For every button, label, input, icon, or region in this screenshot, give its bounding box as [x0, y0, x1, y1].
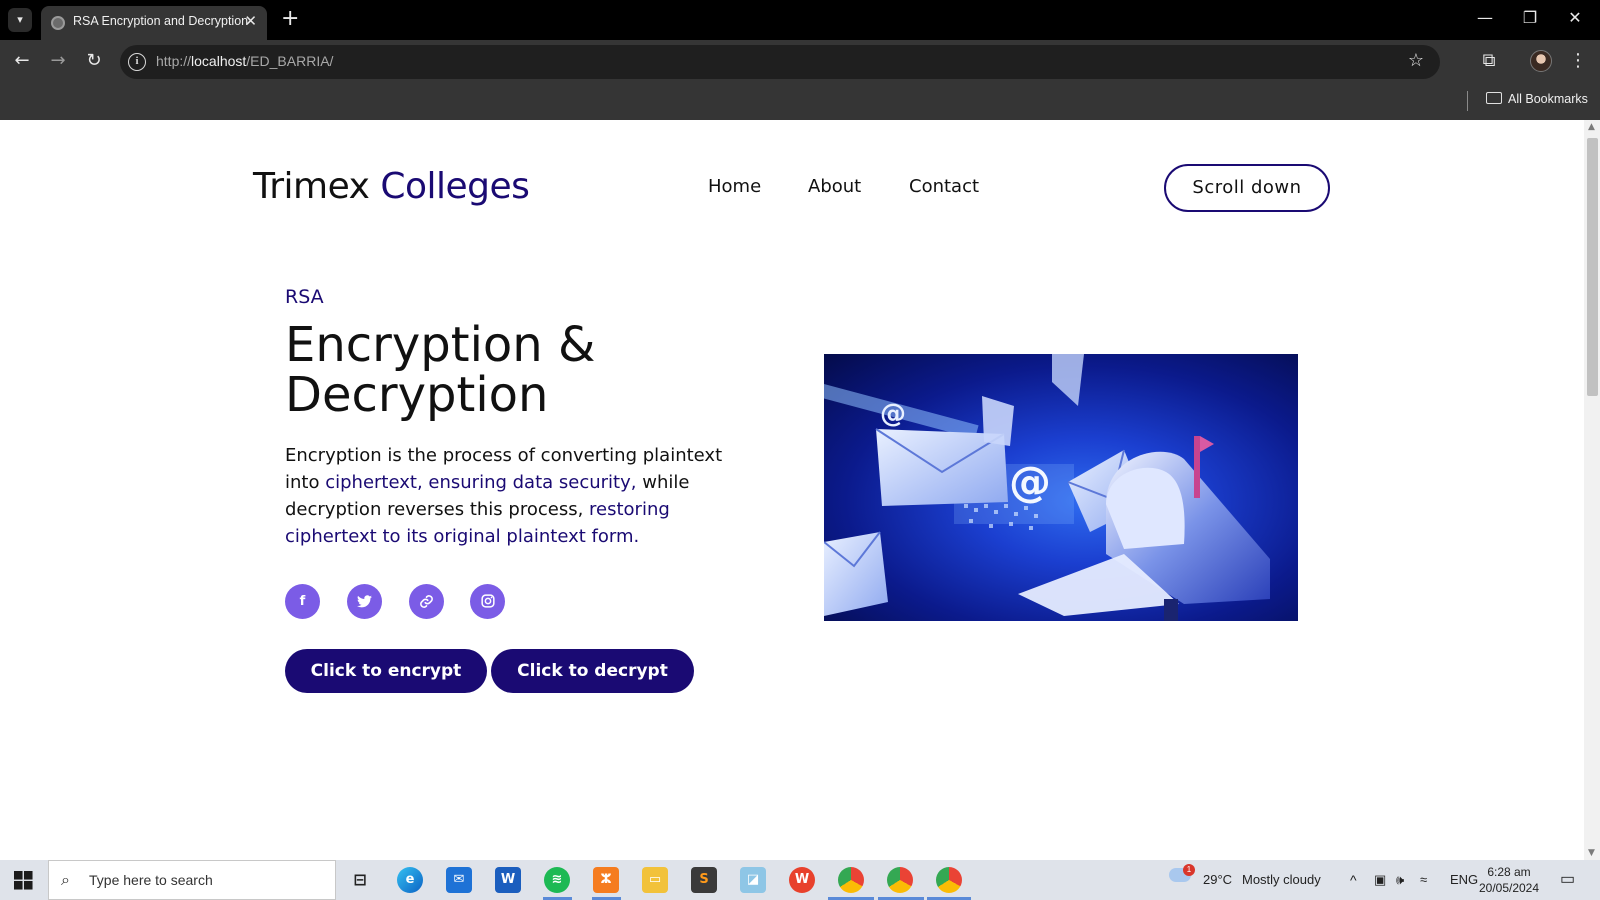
clock-date: 20/05/2024 — [1478, 881, 1540, 895]
hero-title: Encryption & Decryption — [285, 317, 596, 423]
bookmarks-bar: All Bookmarks — [0, 84, 1600, 120]
wps-office-icon[interactable]: W — [789, 867, 815, 893]
url-text[interactable]: http://localhost/ED_BARRIA/ — [156, 53, 333, 69]
xampp-icon[interactable]: ⵣ — [593, 867, 619, 893]
chrome-profile-3-icon[interactable] — [936, 867, 962, 893]
windows-start-icon[interactable] — [14, 871, 33, 894]
menu-kebab-icon[interactable]: ⋮ — [1566, 50, 1590, 71]
scroll-up-arrow-icon[interactable]: ▲ — [1588, 122, 1595, 132]
browser-tab-bar: ▾ RSA Encryption and Decryption ✕ + — ❐ … — [0, 0, 1600, 40]
mail-icon[interactable]: ✉ — [446, 867, 472, 893]
search-icon: ⌕ — [61, 870, 70, 889]
windows-taskbar: ⌕ Type here to search ⊟ e ✉ W ≋ ⵣ ▭ S ◪ … — [0, 860, 1600, 900]
spotify-icon[interactable]: ≋ — [544, 867, 570, 893]
forward-icon[interactable]: → — [46, 50, 70, 71]
volume-icon[interactable]: 🕪 — [1396, 872, 1404, 888]
bookmark-star-icon[interactable]: ☆ — [1408, 50, 1424, 71]
task-view-icon[interactable]: ⊟ — [347, 867, 373, 893]
notes-app-icon[interactable]: ◪ — [740, 867, 766, 893]
tab-search-button[interactable]: ▾ — [8, 8, 32, 32]
nav-link-contact[interactable]: Contact — [909, 176, 979, 197]
chrome-profile-2-icon[interactable] — [887, 867, 913, 893]
nav-link-home[interactable]: Home — [708, 176, 761, 197]
minimize-icon[interactable]: — — [1470, 8, 1500, 27]
clock-time: 6:28 am — [1487, 865, 1531, 879]
svg-text:@: @ — [1009, 457, 1051, 506]
instagram-icon[interactable] — [470, 584, 505, 619]
profile-avatar[interactable] — [1530, 50, 1552, 72]
hero-image-email-mailbox: @ @ — [824, 354, 1298, 621]
edge-icon[interactable]: e — [397, 867, 423, 893]
weather-temp[interactable]: 29°C — [1203, 872, 1232, 887]
tab-close-icon[interactable]: ✕ — [244, 12, 257, 30]
taskbar-search-placeholder: Type here to search — [89, 872, 213, 888]
show-hidden-icons-chevron-icon[interactable]: ^ — [1350, 872, 1357, 888]
wifi-icon[interactable]: ≈ — [1420, 872, 1427, 887]
taskbar-clock[interactable]: 6:28 am 20/05/2024 — [1478, 864, 1540, 896]
word-icon[interactable]: W — [495, 867, 521, 893]
weather-cloud-icon[interactable]: 1 — [1169, 864, 1195, 885]
scroll-thumb[interactable] — [1587, 138, 1598, 396]
hero-kicker: RSA — [285, 286, 324, 308]
weather-alert-badge: 1 — [1183, 864, 1195, 876]
scroll-down-button[interactable]: Scroll down — [1164, 164, 1330, 212]
link-icon[interactable] — [409, 584, 444, 619]
restore-icon[interactable]: ❐ — [1515, 8, 1545, 27]
hero-description: Encryption is the process of converting … — [285, 445, 723, 547]
scroll-down-arrow-icon[interactable]: ▼ — [1588, 848, 1595, 858]
browser-tab[interactable]: RSA Encryption and Decryption ✕ — [41, 6, 267, 40]
decrypt-button[interactable]: Click to decrypt — [491, 649, 694, 693]
reload-icon[interactable]: ↻ — [82, 50, 106, 71]
chrome-profile-1-icon[interactable] — [838, 867, 864, 893]
folder-icon — [1486, 92, 1502, 104]
site-info-icon[interactable]: i — [128, 53, 146, 71]
web-page: Trimex Colleges Home About Contact Scrol… — [0, 120, 1584, 860]
address-bar[interactable]: i http://localhost/ED_BARRIA/ ☆ — [120, 45, 1440, 79]
back-icon[interactable]: ← — [10, 50, 34, 71]
twitter-icon[interactable] — [347, 584, 382, 619]
taskbar-search-box[interactable]: ⌕ Type here to search — [48, 860, 336, 900]
encrypt-button[interactable]: Click to encrypt — [285, 649, 487, 693]
bookmarks-separator — [1467, 91, 1468, 111]
nav-link-about[interactable]: About — [808, 176, 861, 197]
file-explorer-icon[interactable]: ▭ — [642, 867, 668, 893]
language-indicator[interactable]: ENG — [1450, 872, 1478, 887]
facebook-icon[interactable]: f — [285, 584, 320, 619]
page-scrollbar[interactable]: ▲ ▼ — [1584, 120, 1600, 860]
meet-now-icon[interactable]: ▣ — [1374, 872, 1386, 888]
svg-text:@: @ — [880, 399, 906, 429]
close-window-icon[interactable]: ✕ — [1560, 8, 1590, 27]
tab-favicon-icon — [51, 16, 65, 30]
tab-title: RSA Encryption and Decryption — [73, 14, 249, 28]
new-tab-button[interactable]: + — [281, 6, 299, 32]
weather-text[interactable]: Mostly cloudy — [1242, 872, 1321, 887]
extensions-icon[interactable]: ⧉ — [1477, 50, 1501, 71]
notifications-icon[interactable]: ▭ — [1560, 869, 1575, 889]
site-logo[interactable]: Trimex Colleges — [253, 166, 530, 207]
all-bookmarks-button[interactable]: All Bookmarks — [1486, 92, 1588, 106]
browser-toolbar: ← → ↻ i http://localhost/ED_BARRIA/ ☆ ⧉ … — [0, 40, 1600, 84]
sublime-text-icon[interactable]: S — [691, 867, 717, 893]
